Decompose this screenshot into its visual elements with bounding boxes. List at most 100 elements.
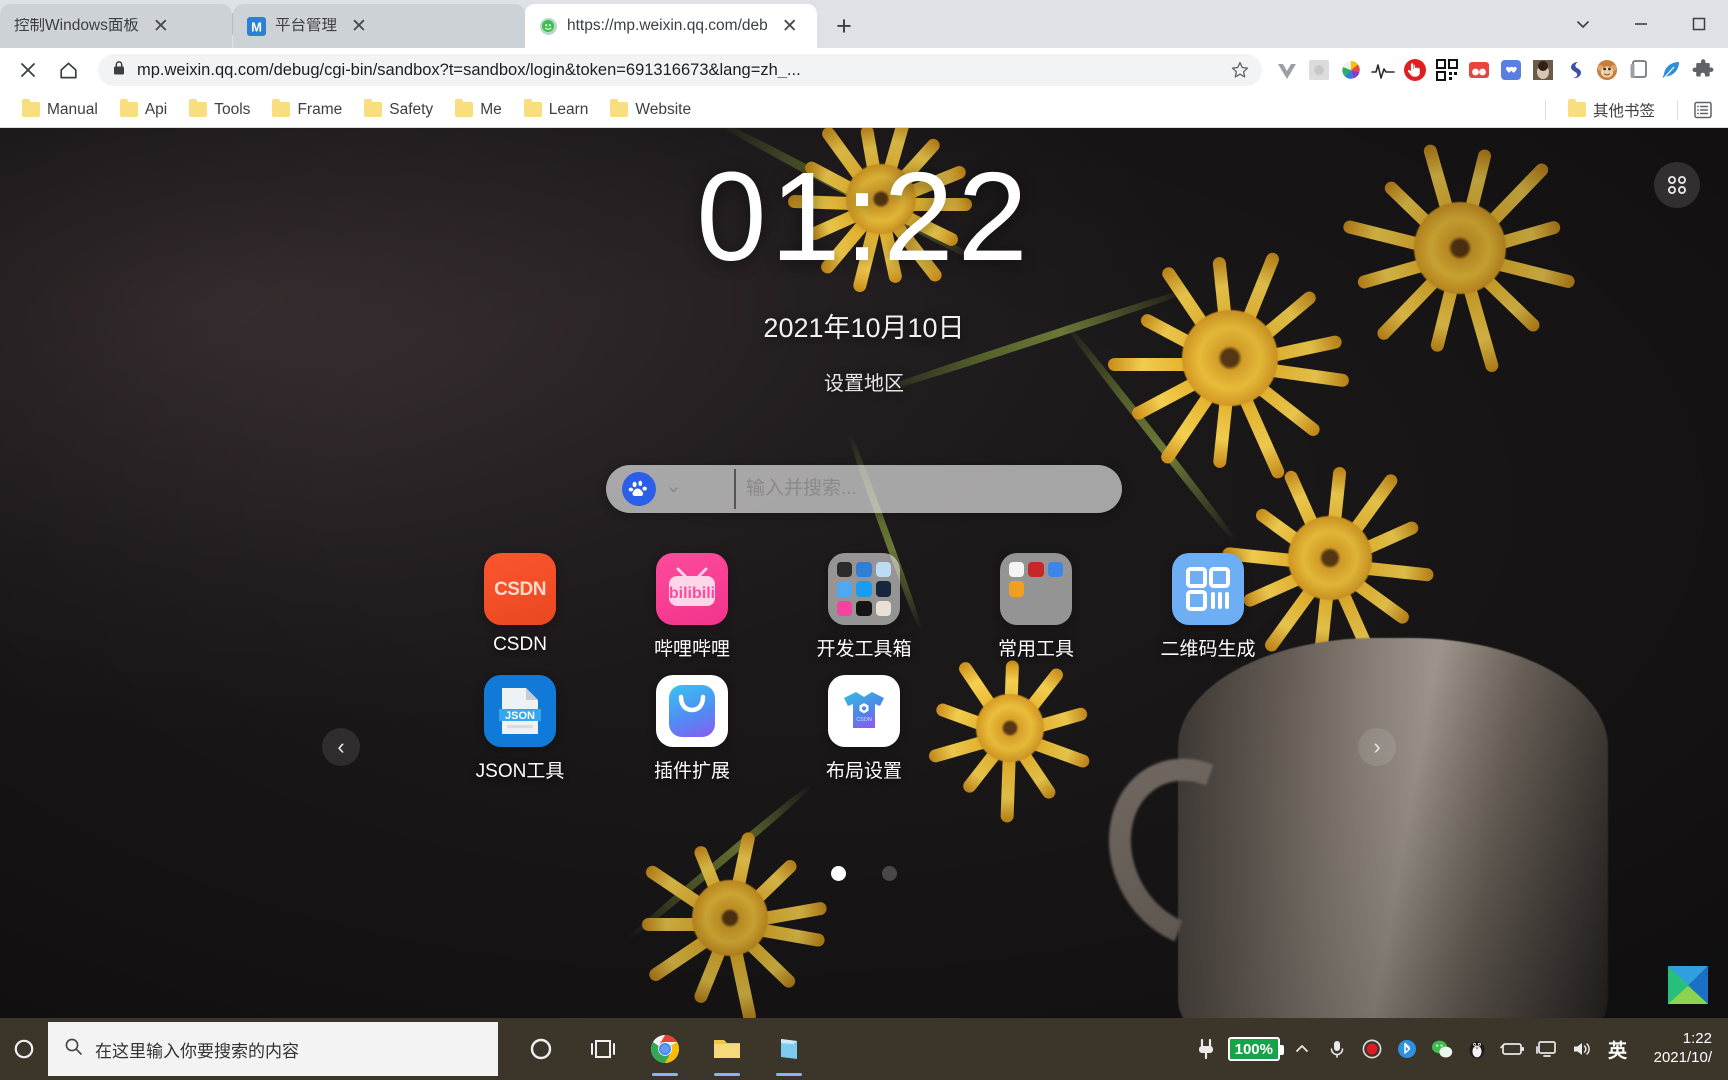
color-wheel-extension-icon[interactable] <box>1336 55 1366 85</box>
volume-icon[interactable] <box>1569 1036 1595 1062</box>
bookmark-learn[interactable]: Learn <box>514 97 599 123</box>
tab-close-icon[interactable]: ✕ <box>148 13 174 39</box>
csdn-icon: CSDN <box>484 553 556 625</box>
bookmark-safety[interactable]: Safety <box>354 97 443 123</box>
browser-tab-2[interactable]: M 平台管理 ✕ <box>233 4 525 48</box>
bookmark-me[interactable]: Me <box>445 97 512 123</box>
browser-tab-1[interactable]: 控制Windows面板 ✕ <box>0 4 232 48</box>
blue-heart-extension-icon[interactable] <box>1496 55 1526 85</box>
set-region-link[interactable]: 设置地区 <box>0 367 1728 396</box>
vue-devtools-icon[interactable] <box>1272 55 1302 85</box>
other-bookmarks-button[interactable]: 其他书签 <box>1558 95 1665 125</box>
power-plug-icon[interactable] <box>1193 1036 1219 1062</box>
photo-extension-icon[interactable] <box>1528 55 1558 85</box>
tab-search-chevron-down-icon[interactable] <box>1554 4 1612 44</box>
folder-icon <box>828 553 900 625</box>
shortcut-label: CSDN <box>493 634 547 655</box>
screen: 控制Windows面板 ✕ M 平台管理 ✕ https://mp.weixin… <box>0 0 1728 1080</box>
battery-icon[interactable] <box>1499 1036 1525 1062</box>
store-taskbar-icon[interactable] <box>760 1020 818 1078</box>
bookmark-star-icon[interactable] <box>1226 56 1254 84</box>
svg-text:bilibili: bilibili <box>669 585 715 602</box>
clock-date: 2021年10月10日 <box>763 313 965 343</box>
search-bar[interactable] <box>606 465 1122 513</box>
shortcut-bilibili[interactable]: bilibili 哔哩哔哩 <box>612 553 772 661</box>
feather-extension-icon[interactable] <box>1656 55 1686 85</box>
address-bar[interactable]: mp.weixin.qq.com/debug/cgi-bin/sandbox?t… <box>98 54 1262 86</box>
bookmark-api[interactable]: Api <box>110 97 177 123</box>
bookmark-label: Safety <box>389 100 434 118</box>
red-panda-extension-icon[interactable] <box>1464 55 1494 85</box>
file-explorer-taskbar-icon[interactable] <box>698 1020 756 1078</box>
taskbar-search-box[interactable]: 在这里输入你要搜索的内容 <box>48 1022 498 1076</box>
wechat-tray-icon[interactable] <box>1429 1036 1455 1062</box>
browser-tab-3-active[interactable]: https://mp.weixin.qq.com/deb ✕ <box>525 4 817 48</box>
shortcut-csdn[interactable]: CSDN CSDN <box>440 553 600 661</box>
window-minimize-button[interactable] <box>1612 4 1670 44</box>
chevron-down-icon[interactable] <box>666 484 680 495</box>
grey-square-extension-icon[interactable] <box>1304 55 1334 85</box>
window-maximize-button[interactable] <box>1670 4 1728 44</box>
next-page-button[interactable]: › <box>1358 728 1396 766</box>
bluetooth-icon[interactable] <box>1394 1036 1420 1062</box>
bookmark-label: Manual <box>47 100 98 118</box>
folder-icon <box>523 99 542 117</box>
new-tab-button[interactable]: + <box>825 7 863 45</box>
task-view-icon[interactable] <box>574 1020 632 1078</box>
windows-start-icon[interactable] <box>0 1018 48 1080</box>
cortana-circle-icon[interactable] <box>512 1020 570 1078</box>
bookmark-website[interactable]: Website <box>600 97 701 123</box>
tab-close-icon[interactable]: ✕ <box>346 13 372 39</box>
shortcut-common-tools[interactable]: 常用工具 <box>956 553 1116 661</box>
chrome-taskbar-icon[interactable] <box>636 1020 694 1078</box>
bookmark-tools[interactable]: Tools <box>179 97 260 123</box>
bookmarkbar-divider <box>1544 99 1546 120</box>
adblock-stop-extension-icon[interactable] <box>1400 55 1430 85</box>
bookmark-label: Frame <box>297 100 343 118</box>
folder-icon <box>22 99 40 117</box>
pages-extension-icon[interactable] <box>1624 55 1654 85</box>
prev-page-button[interactable]: ‹ <box>322 728 360 766</box>
taskbar-search-placeholder: 在这里输入你要搜索的内容 <box>95 1041 299 1061</box>
address-bar-url: mp.weixin.qq.com/debug/cgi-bin/sandbox?t… <box>137 61 801 79</box>
record-icon[interactable] <box>1359 1036 1385 1062</box>
puzzle-extensions-icon[interactable] <box>1688 55 1718 85</box>
shortcut-qrcode-generator[interactable]: 二维码生成 <box>1128 553 1288 661</box>
search-input[interactable] <box>734 469 1106 509</box>
lock-icon <box>112 60 126 81</box>
layout-settings-icon: CSDN <box>828 675 900 747</box>
other-bookmarks-label: 其他书签 <box>1592 102 1655 120</box>
qrcode-extension-icon[interactable] <box>1432 55 1462 85</box>
svg-text:CSDN: CSDN <box>494 579 546 600</box>
microphone-icon[interactable] <box>1324 1036 1350 1062</box>
windows-taskbar: 在这里输入你要搜索的内容 100% 英 1:22 2021/10/ <box>0 1018 1728 1080</box>
tab-close-icon[interactable]: ✕ <box>777 13 803 39</box>
shortcut-json-tools[interactable]: JSON JSON工具 <box>440 675 600 783</box>
monkey-extension-icon[interactable] <box>1592 55 1622 85</box>
page-dot-2[interactable] <box>882 866 897 881</box>
home-icon[interactable] <box>50 52 86 88</box>
network-display-icon[interactable] <box>1534 1036 1560 1062</box>
ime-indicator[interactable]: 英 <box>1604 1036 1631 1063</box>
page-dot-1[interactable] <box>831 866 846 881</box>
bookmark-manual[interactable]: Manual <box>12 97 108 123</box>
bookmark-label: Me <box>480 100 502 118</box>
show-hidden-icons-icon[interactable] <box>1289 1036 1315 1062</box>
baidu-paw-icon[interactable] <box>622 472 656 506</box>
shortcut-layout-settings[interactable]: CSDN 布局设置 <box>784 675 944 783</box>
folder-icon <box>119 99 138 117</box>
battery-percent-badge[interactable]: 100% <box>1227 1037 1285 1061</box>
reading-list-icon[interactable] <box>1690 97 1716 123</box>
shortcut-plugin-extension[interactable]: 插件扩展 <box>612 675 772 783</box>
waveform-extension-icon[interactable] <box>1368 55 1398 85</box>
folder-icon <box>189 99 208 117</box>
folder-icon <box>610 99 629 117</box>
tab-title: https://mp.weixin.qq.com/deb <box>567 18 768 34</box>
taskbar-clock[interactable]: 1:22 2021/10/ <box>1640 1030 1718 1068</box>
swirl-extension-icon[interactable] <box>1560 55 1590 85</box>
stop-loading-icon[interactable] <box>10 52 46 88</box>
bilibili-icon: bilibili <box>656 553 728 625</box>
qq-penguin-icon[interactable] <box>1464 1036 1490 1062</box>
shortcut-dev-toolbox[interactable]: 开发工具箱 <box>784 553 944 661</box>
bookmark-frame[interactable]: Frame <box>262 97 352 123</box>
